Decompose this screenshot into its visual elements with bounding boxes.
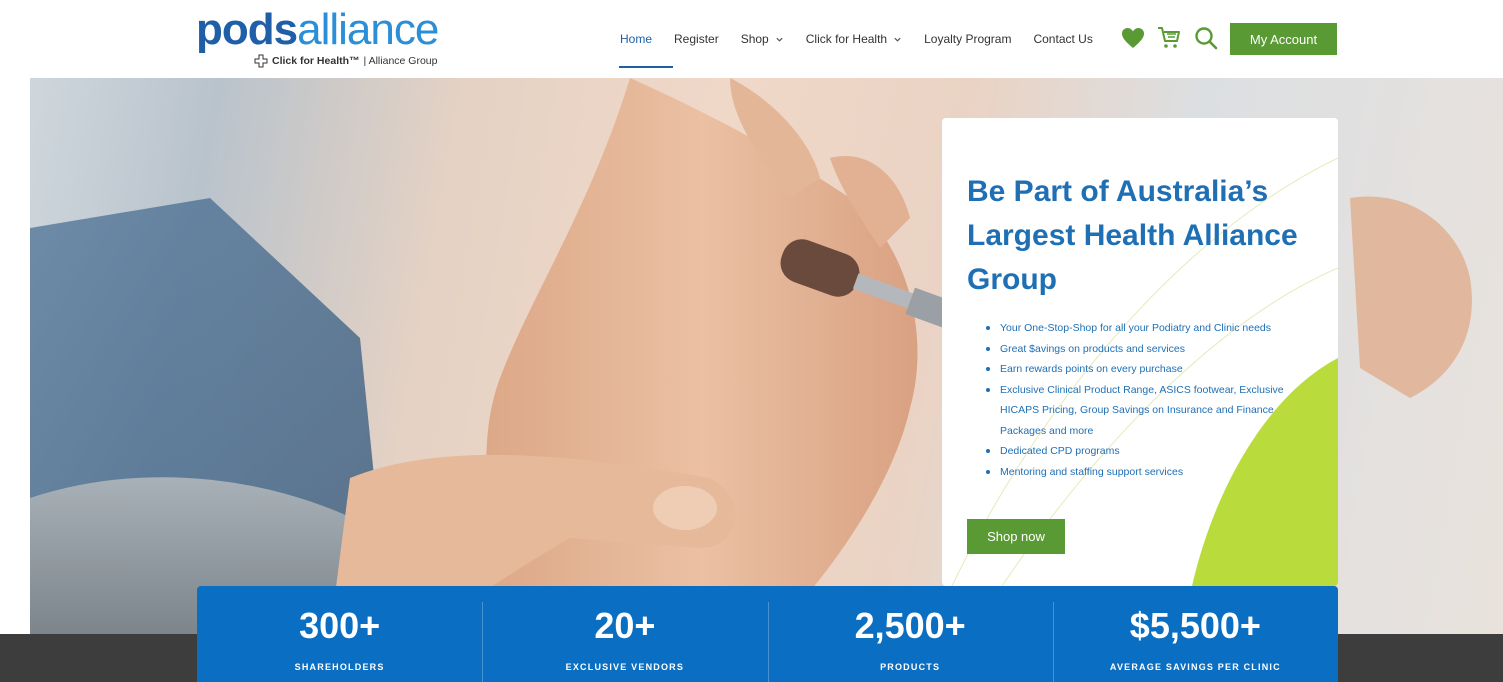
stat-label: AVERAGE SAVINGS PER CLINIC: [1109, 662, 1281, 672]
benefit-item: Dedicated CPD programs: [986, 441, 1316, 462]
benefit-item: Exclusive Clinical Product Range, ASICS …: [986, 380, 1316, 442]
nav-item-label: Click for Health: [805, 32, 888, 46]
nav-item-label: Home: [620, 32, 653, 46]
chevron-down-icon: [894, 37, 901, 42]
wishlist-button[interactable]: [1119, 24, 1147, 52]
stat-label: PRODUCTS: [880, 662, 941, 672]
cart-icon: [1158, 27, 1180, 48]
benefit-item: Great $avings on products and services: [986, 339, 1316, 360]
nav-item-contact-us[interactable]: Contact Us: [1033, 24, 1092, 54]
active-nav-underline: [619, 66, 673, 68]
logo-wordmark: podsalliance: [196, 4, 439, 56]
main-nav: Home Register Shop Click for Health Loyalty …: [620, 24, 1115, 54]
site-header: podsalliance Click for Health™ | Allianc…: [0, 0, 1503, 78]
stat-label: EXCLUSIVE VENDORS: [565, 662, 685, 672]
search-icon: [1195, 27, 1218, 50]
logo-subline: Click for Health™ | Alliance Group: [254, 54, 437, 68]
nav-item-label: Register: [674, 32, 719, 46]
nav-item-label: Contact Us: [1033, 32, 1093, 46]
stat-label: SHAREHOLDERS: [294, 662, 385, 672]
hero-title: Be Part of Australia’s Largest Health Al…: [967, 175, 1298, 296]
cross-icon: [254, 54, 268, 68]
search-button[interactable]: [1192, 24, 1220, 52]
heart-icon: [1122, 28, 1144, 48]
nav-item-loyalty-program[interactable]: Loyalty Program: [924, 24, 1011, 54]
logo-sub-brand: Click for Health™: [272, 55, 360, 67]
shop-now-button[interactable]: Shop now: [967, 519, 1065, 554]
stat-item: 300+ SHAREHOLDERS: [197, 586, 482, 682]
stat-item: $5,500+ AVERAGE SAVINGS PER CLINIC: [1052, 586, 1338, 682]
benefit-item: Mentoring and staffing support services: [986, 462, 1316, 483]
stat-value: 2,500+: [854, 605, 966, 646]
stat-item: 20+ EXCLUSIVE VENDORS: [482, 586, 767, 682]
stats-bar: 300+ SHAREHOLDERS 20+ EXCLUSIVE VENDORS 2,50…: [197, 586, 1338, 682]
nav-item-home[interactable]: Home: [620, 24, 652, 54]
nav-item-click-for-health[interactable]: Click for Health: [806, 24, 902, 54]
my-account-button[interactable]: My Account: [1230, 23, 1337, 55]
cart-button[interactable]: [1155, 24, 1183, 52]
stat-item: 2,500+ PRODUCTS: [767, 586, 1053, 682]
benefit-item: Earn rewards points on every purchase: [986, 359, 1316, 380]
hero-promo-card: Be Part of Australia’s Largest Health Al…: [942, 118, 1338, 586]
chevron-down-icon: [776, 37, 783, 42]
nav-item-label: Shop: [740, 32, 769, 46]
benefits-list: Your One-Stop-Shop for all your Podiatry…: [986, 318, 1316, 482]
logo-word-alliance: alliance: [297, 5, 439, 54]
pods-alliance-logo[interactable]: podsalliance Click for Health™ | Allianc…: [196, 5, 448, 72]
nav-item-register[interactable]: Register: [674, 24, 719, 54]
stat-value: $5,500+: [1129, 605, 1261, 646]
benefit-item: Your One-Stop-Shop for all your Podiatry…: [986, 318, 1316, 339]
logo-sub-text: | Alliance Group: [363, 55, 438, 67]
stat-value: 20+: [594, 605, 656, 646]
page: podsalliance Click for Health™ | Allianc…: [0, 0, 1503, 682]
nav-item-shop[interactable]: Shop: [741, 24, 784, 54]
logo-word-pods: pods: [196, 5, 298, 54]
stat-value: 300+: [299, 605, 381, 646]
nav-item-label: Loyalty Program: [924, 32, 1012, 46]
